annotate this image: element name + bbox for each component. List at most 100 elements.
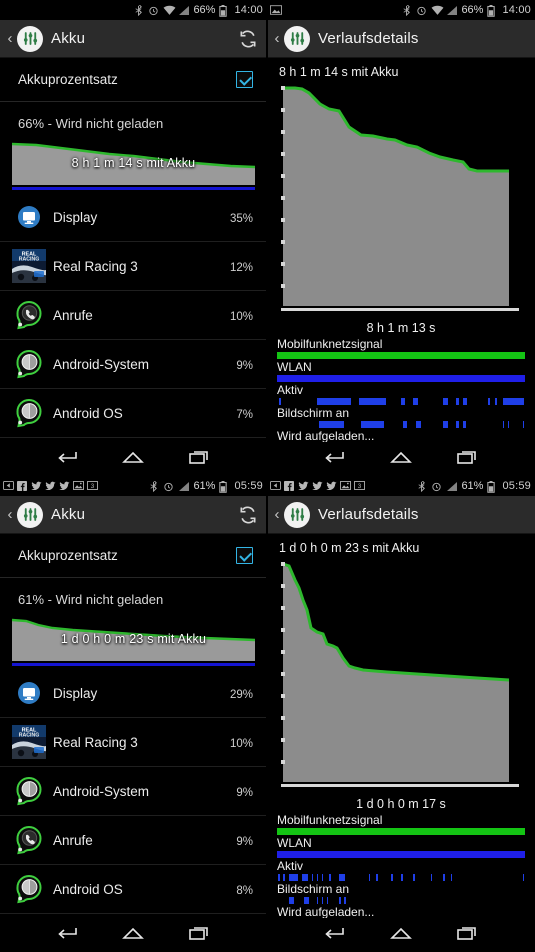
back-icon[interactable] [54,448,80,471]
app-name: Real Racing 3 [53,258,138,274]
back-chevron-icon[interactable]: ‹ [4,31,16,46]
system-icons: 61% 05:59 [148,480,263,493]
back-chevron-icon[interactable]: ‹ [271,507,283,522]
track-bar-blue [277,375,525,382]
page-title: Akku [51,30,86,47]
chart-subtitle: 8 h 1 m 13 s [366,321,436,335]
actionbar-top-right: ‹ Verlaufsdetails [267,20,535,58]
battery-icon [219,4,230,17]
app-logo-icon[interactable] [17,25,43,52]
track-bar-blue [277,851,525,858]
list-item-body: Anrufe 10% [53,308,253,323]
list-item-body: Display 29% [53,686,253,701]
recents-icon[interactable] [187,924,213,947]
refresh-icon[interactable] [237,28,259,50]
battery-percent: 61% [461,480,484,492]
chart-title: 1 d 0 h 0 m 23 s mit Akku [279,541,420,555]
system-icons: 61% 05:59 [416,480,531,493]
home-icon[interactable] [120,924,146,947]
track-bar-green [277,352,525,359]
list-item[interactable]: Display 29% [0,669,267,718]
wifi-icon [163,5,176,16]
page-title: Verlaufsdetails [318,30,419,47]
list-item-head: Display 35% [53,210,253,225]
battery-history-chart[interactable] [277,558,525,794]
track-mobile-signal: Mobilfunknetzsignal [277,813,525,835]
track-bar-ticks [277,398,525,405]
app-percent: 35% [229,212,253,225]
checkbox-checked-icon[interactable] [236,71,253,88]
track-label: Bildschirm an [277,882,350,896]
system-icons: 66% 14:00 [133,4,263,17]
panel-history-bottom-right: 3 61% 05:59 ‹ Verlaufsdetails 1 d 0 h 0 … [267,476,535,952]
recents-icon[interactable] [455,448,481,471]
list-item-head: Android OS 8% [53,882,253,897]
statusbar-top-right: 66% 14:00 [267,0,535,20]
battery-history-chart[interactable] [277,82,525,318]
list-item[interactable]: Android-System 9% [0,340,267,389]
history-details-bottom-right: 1 d 0 h 0 m 23 s mit Akku 1 d 0 h 0 m 17… [267,534,535,920]
list-item[interactable]: REAL RACING Real Racing 3 10% [0,718,267,767]
list-item[interactable]: REAL RACING Real Racing 3 12% [0,242,267,291]
app-percent: 9% [236,359,253,372]
list-item[interactable]: Android OS 7% [0,389,267,438]
battery-percentage-toggle-row[interactable]: Akkuprozentsatz [0,534,267,578]
list-item[interactable]: Display 35% [0,193,267,242]
app-icon [270,480,281,492]
app-logo-icon[interactable] [284,25,310,52]
android-os-icon [12,396,46,430]
back-chevron-icon[interactable]: ‹ [271,31,283,46]
home-icon[interactable] [388,448,414,471]
app-icon [3,480,14,492]
track-screen-on: Bildschirm an [277,882,525,904]
statusbar-bottom-left: 3 61% 05:59 [0,476,267,496]
svg-text:RACING: RACING [19,257,39,263]
list-item-body: Android-System 9% [53,784,253,799]
app-usage-list-bottom-left: Display 29% REAL RACING Real Racing 3 10% [0,669,267,914]
back-icon[interactable] [321,924,347,947]
svg-text:3: 3 [358,482,362,489]
clock: 05:59 [234,480,263,492]
list-item-body: Real Racing 3 10% [53,735,253,750]
android-os-icon [12,872,46,906]
toggle-label: Akkuprozentsatz [18,548,118,563]
list-item-head: Real Racing 3 12% [53,259,253,274]
signal-icon [446,481,458,492]
alarm-icon [163,481,174,492]
checkbox-checked-icon[interactable] [236,547,253,564]
app-logo-icon[interactable] [284,501,310,528]
bluetooth-icon [148,480,159,492]
app-percent: 8% [236,884,253,897]
page-title: Verlaufsdetails [318,506,419,523]
app-name: Android-System [53,783,150,799]
mini-battery-graph[interactable]: 1 d 0 h 0 m 23 s mit Akku [12,617,255,661]
actionbar-bottom-right: ‹ Verlaufsdetails [267,496,535,534]
back-icon[interactable] [321,448,347,471]
navigation-bar [267,918,535,952]
home-icon[interactable] [388,924,414,947]
refresh-icon[interactable] [237,504,259,526]
twitter-icon [45,481,56,492]
app-logo-icon[interactable] [17,501,43,528]
mini-battery-graph[interactable]: 8 h 1 m 14 s mit Akku [12,141,255,185]
photo-icon [73,480,84,492]
list-item[interactable]: Anrufe 10% [0,291,267,340]
recents-icon[interactable] [455,924,481,947]
list-item[interactable]: Android OS 8% [0,865,267,914]
list-item[interactable]: Android-System 9% [0,767,267,816]
panel-history-top-right: 66% 14:00 ‹ Verlaufsdetails 8 h 1 m 14 s… [267,0,535,476]
battery-status-text: 61% - Wird nicht geladen [18,592,164,607]
blue-divider [12,187,255,190]
statusbar-top-left: 66% 14:00 [0,0,267,20]
track-label: Mobilfunknetzsignal [277,813,383,827]
track-wlan: WLAN [277,360,525,382]
home-icon[interactable] [120,448,146,471]
battery-percent: 66% [193,4,216,16]
track-label: WLAN [277,836,312,850]
back-chevron-icon[interactable]: ‹ [4,507,16,522]
back-icon[interactable] [54,924,80,947]
recents-icon[interactable] [187,448,213,471]
battery-percentage-toggle-row[interactable]: Akkuprozentsatz [0,58,267,102]
display-icon [12,200,46,234]
list-item[interactable]: Anrufe 9% [0,816,267,865]
